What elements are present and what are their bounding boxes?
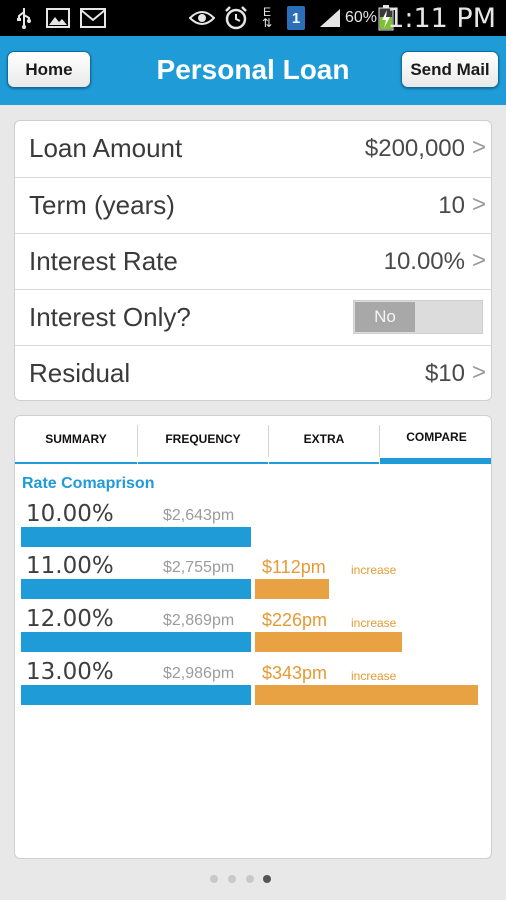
interest-rate-value: 10.00% — [383, 248, 465, 275]
usb-icon — [14, 6, 34, 30]
residual-row[interactable]: Residual $10 > — [15, 345, 491, 400]
page-dot[interactable] — [246, 875, 254, 883]
rate-value: 13.00% — [26, 659, 114, 685]
send-mail-button[interactable]: Send Mail — [401, 51, 499, 88]
increase-label: increase — [351, 616, 397, 630]
chevron-right-icon: > — [471, 134, 486, 161]
network-icon: E ⇅ — [262, 5, 273, 30]
tab-summary[interactable]: SUMMARY — [15, 416, 137, 464]
term-value: 10 — [438, 192, 465, 219]
payment-bar — [21, 579, 251, 599]
rate-compare-row: 10.00% $2,643pm — [15, 501, 491, 553]
chevron-right-icon: > — [471, 191, 486, 218]
page-indicator — [0, 875, 506, 885]
loan-inputs-card: Loan Amount $200,000 > Term (years) 10 >… — [14, 120, 492, 401]
term-label: Term (years) — [29, 190, 175, 220]
increase-bar — [255, 632, 402, 652]
eye-icon — [189, 6, 215, 30]
monthly-payment: $2,755pm — [163, 559, 235, 576]
app-header: Home Personal Loan Send Mail — [0, 36, 506, 105]
tab-frequency[interactable]: FREQUENCY — [138, 416, 268, 464]
mail-icon — [80, 6, 106, 30]
interest-only-toggle[interactable]: No — [353, 300, 483, 334]
increase-bar — [255, 579, 329, 599]
rate-value: 12.00% — [26, 606, 114, 632]
monthly-payment: $2,986pm — [163, 665, 235, 682]
page-dot[interactable] — [228, 875, 236, 883]
increase-label: increase — [351, 669, 397, 683]
page-dot[interactable] — [210, 875, 218, 883]
tab-compare[interactable]: COMPARE — [380, 416, 491, 464]
payment-bar — [21, 685, 251, 705]
image-icon — [46, 6, 70, 30]
interest-only-label: Interest Only? — [29, 302, 191, 332]
residual-label: Residual — [29, 358, 131, 388]
rate-value: 10.00% — [26, 501, 114, 527]
interest-only-row: Interest Only? No — [15, 289, 491, 345]
battery-percent: 60% — [345, 9, 378, 26]
interest-rate-label: Interest Rate — [29, 246, 178, 276]
term-row[interactable]: Term (years) 10 > — [15, 177, 491, 233]
loan-amount-row[interactable]: Loan Amount $200,000 > — [15, 121, 491, 177]
toggle-knob: No — [355, 302, 415, 332]
loan-amount-label: Loan Amount — [29, 133, 183, 163]
results-card: SUMMARY FREQUENCY EXTRA COMPARE Rate Com… — [14, 415, 492, 859]
page-dot-active[interactable] — [263, 875, 271, 883]
clock: 1:11 PM — [387, 3, 496, 34]
payment-increase: $112pm — [262, 557, 326, 577]
rate-compare-row: 13.00% $2,986pm $343pm increase — [15, 659, 491, 711]
payment-bar — [21, 632, 251, 652]
loan-amount-value: $200,000 — [364, 135, 465, 162]
payment-bar — [21, 527, 251, 547]
rate-value: 11.00% — [26, 553, 114, 579]
interest-rate-row[interactable]: Interest Rate 10.00% > — [15, 233, 491, 289]
chevron-right-icon: > — [471, 359, 486, 386]
monthly-payment: $2,869pm — [163, 612, 235, 629]
tab-extra[interactable]: EXTRA — [269, 416, 379, 464]
payment-increase: $226pm — [262, 610, 328, 630]
sim-icon: 1 — [287, 6, 305, 30]
residual-value: $10 — [424, 360, 465, 387]
monthly-payment: $2,643pm — [163, 507, 235, 524]
alarm-icon — [223, 6, 249, 30]
rate-compare-row: 11.00% $2,755pm $112pm increase — [15, 553, 491, 605]
chevron-right-icon: > — [471, 247, 486, 274]
increase-bar — [255, 685, 478, 705]
payment-increase: $343pm — [262, 663, 328, 683]
increase-label: increase — [351, 563, 397, 577]
rate-compare-row: 12.00% $2,869pm $226pm increase — [15, 606, 491, 658]
signal-icon — [318, 6, 342, 30]
status-bar: E ⇅ 1 60% 1:11 PM — [0, 0, 506, 36]
section-title: Rate Comaprison — [22, 475, 155, 492]
